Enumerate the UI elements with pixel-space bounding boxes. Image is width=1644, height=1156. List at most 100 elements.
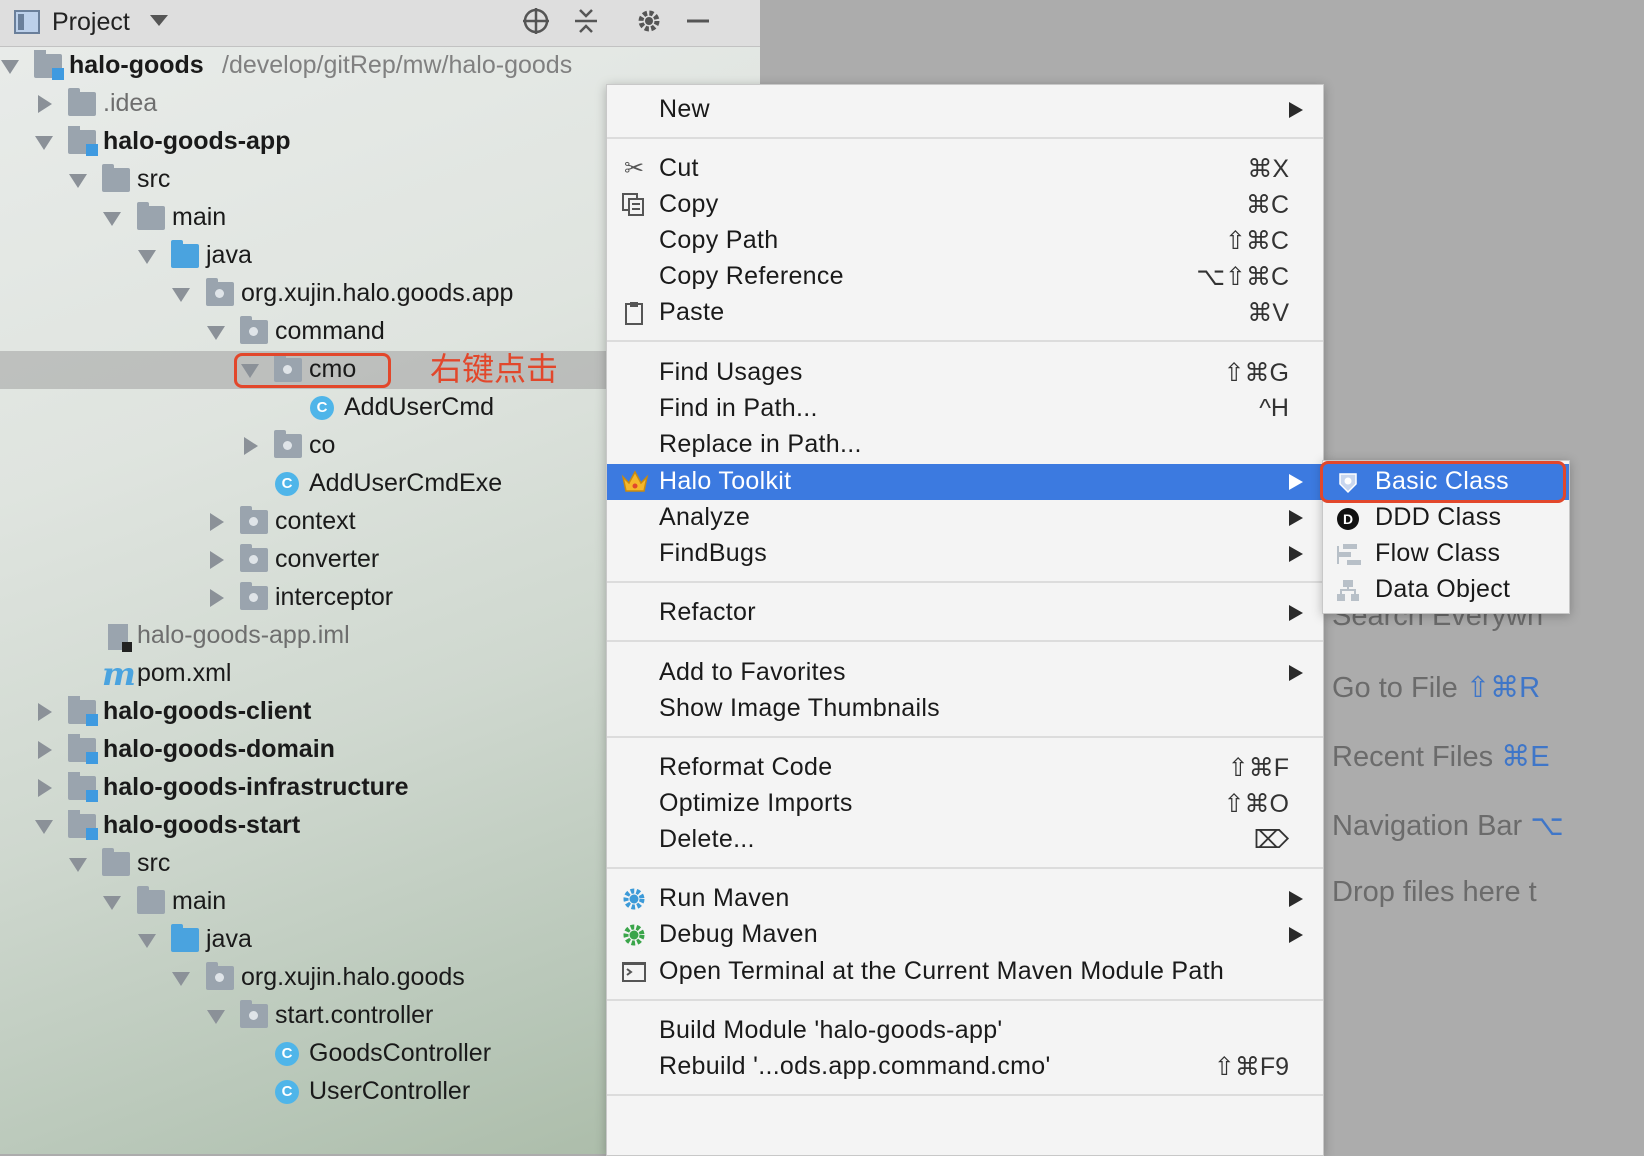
menu-item-find-usages[interactable]: Find Usages ⇧⌘G [607,355,1323,391]
menu-separator [607,736,1323,738]
menu-item-debug-maven[interactable]: Debug Maven [607,917,1323,953]
tree-label: co [309,431,336,459]
menu-item-copy[interactable]: Copy ⌘C [607,187,1323,223]
menu-item-refactor[interactable]: Refactor [607,595,1323,631]
basic-class-highlight-box [1320,461,1566,503]
shortcut: ⇧⌘O [1223,790,1289,818]
submenu-arrow-icon [1289,510,1303,526]
menu-item-run-maven[interactable]: Run Maven [607,881,1323,917]
submenu-item-data-object[interactable]: Data Object [1323,572,1569,608]
tree-label: GoodsController [309,1039,492,1067]
expand-arrow-icon[interactable] [68,170,88,190]
menu-item-build-module[interactable]: Build Module 'halo-goods-app' [607,1013,1323,1049]
menu-item-add-to-favorites[interactable]: Add to Favorites [607,655,1323,691]
welcome-go-to-file: Go to File ⇧⌘R [1332,670,1540,705]
expand-arrow-icon[interactable] [34,816,54,836]
package-icon [240,506,268,534]
collapse-arrow-icon[interactable] [34,94,54,114]
collapse-arrow-icon[interactable] [206,588,226,608]
menu-item-copy-reference[interactable]: Copy Reference ⌥⇧⌘C [607,259,1323,295]
collapse-all-icon[interactable] [569,6,603,40]
submenu-item-ddd-class[interactable]: D DDD Class [1323,500,1569,536]
shortcut: ⌘X [1247,155,1289,183]
menu-item-delete[interactable]: Delete... ⌦ [607,822,1323,858]
collapse-arrow-icon[interactable] [240,436,260,456]
package-icon [274,430,302,458]
menu-item-find-in-path[interactable]: Find in Path... ^H [607,391,1323,427]
menu-item-replace-in-path[interactable]: Replace in Path... [607,427,1323,463]
maven-run-gear-icon [621,886,647,912]
menu-item-paste[interactable]: Paste ⌘V [607,295,1323,331]
expand-arrow-icon[interactable] [206,322,226,342]
tree-label: pom.xml [137,659,232,687]
menu-label: DDD Class [1375,503,1502,531]
gear-icon[interactable] [632,6,666,40]
submenu-arrow-icon [1289,474,1303,490]
menu-item-findbugs[interactable]: FindBugs [607,536,1323,572]
collapse-arrow-icon[interactable] [206,512,226,532]
submenu-arrow-icon [1289,665,1303,681]
menu-item-new[interactable]: New [607,92,1323,128]
tree-label: context [275,507,356,535]
right-click-annotation: 右键点击 [430,350,559,388]
expand-arrow-icon[interactable] [206,1006,226,1026]
menu-separator [607,340,1323,342]
menu-label: Debug Maven [659,920,818,948]
menu-label: Flow Class [1375,539,1501,567]
menu-label: New [659,95,710,123]
package-icon [240,544,268,572]
crosshair-icon[interactable] [519,6,553,40]
menu-item-open-terminal[interactable]: Open Terminal at the Current Maven Modul… [607,954,1323,990]
module-icon [68,772,98,802]
expand-arrow-icon[interactable] [171,284,191,304]
shortcut: ⇧⌘G [1223,359,1289,387]
chevron-down-icon[interactable] [150,15,168,26]
expand-arrow-icon[interactable] [34,132,54,152]
class-icon: C [275,472,299,496]
menu-separator [607,640,1323,642]
expand-arrow-icon[interactable] [102,208,122,228]
crown-icon [621,469,649,495]
menu-separator [607,1094,1323,1096]
menu-item-halo-toolkit[interactable]: Halo Toolkit [607,464,1323,500]
folder-icon [68,88,96,116]
tree-node-halo-goods[interactable]: halo-goods /develop/gitRep/mw/halo-goods [0,47,760,85]
iml-file-icon [108,624,132,652]
menu-item-optimize-imports[interactable]: Optimize Imports ⇧⌘O [607,786,1323,822]
collapse-arrow-icon[interactable] [34,740,54,760]
menu-item-rebuild[interactable]: Rebuild '...ods.app.command.cmo' ⇧⌘F9 [607,1049,1323,1085]
menu-item-analyze[interactable]: Analyze [607,500,1323,536]
project-view-selector[interactable]: Project [52,8,130,37]
menu-label: Run Maven [659,884,790,912]
tree-label: halo-goods-app.iml [137,621,350,649]
menu-label: Rebuild '...ods.app.command.cmo' [659,1052,1051,1080]
collapse-arrow-icon[interactable] [206,550,226,570]
expand-arrow-icon[interactable] [102,892,122,912]
submenu-arrow-icon [1289,102,1303,118]
source-folder-icon [171,924,199,952]
tree-label: halo-goods-client [103,697,312,725]
menu-item-show-thumbnails[interactable]: Show Image Thumbnails [607,691,1323,727]
menu-item-reformat-code[interactable]: Reformat Code ⇧⌘F [607,750,1323,786]
root-path: /develop/gitRep/mw/halo-goods [222,51,573,79]
expand-arrow-icon[interactable] [137,930,157,950]
submenu-item-flow-class[interactable]: Flow Class [1323,536,1569,572]
menu-item-cut[interactable]: ✂ Cut ⌘X [607,151,1323,187]
tree-label: interceptor [275,583,394,611]
menu-item-copy-path[interactable]: Copy Path ⇧⌘C [607,223,1323,259]
menu-separator [607,867,1323,869]
tree-label: AddUserCmdExe [309,469,503,497]
source-folder-icon [171,240,199,268]
collapse-arrow-icon[interactable] [34,778,54,798]
collapse-arrow-icon[interactable] [34,702,54,722]
expand-arrow-icon[interactable] [171,968,191,988]
ddd-class-icon: D [1335,506,1361,532]
module-icon [68,810,98,840]
expand-arrow-icon[interactable] [0,56,20,76]
expand-arrow-icon[interactable] [68,854,88,874]
minimize-icon[interactable] [681,6,715,40]
menu-label: FindBugs [659,539,768,567]
tree-label: java [206,241,252,269]
expand-arrow-icon[interactable] [137,246,157,266]
folder-icon [102,848,130,876]
